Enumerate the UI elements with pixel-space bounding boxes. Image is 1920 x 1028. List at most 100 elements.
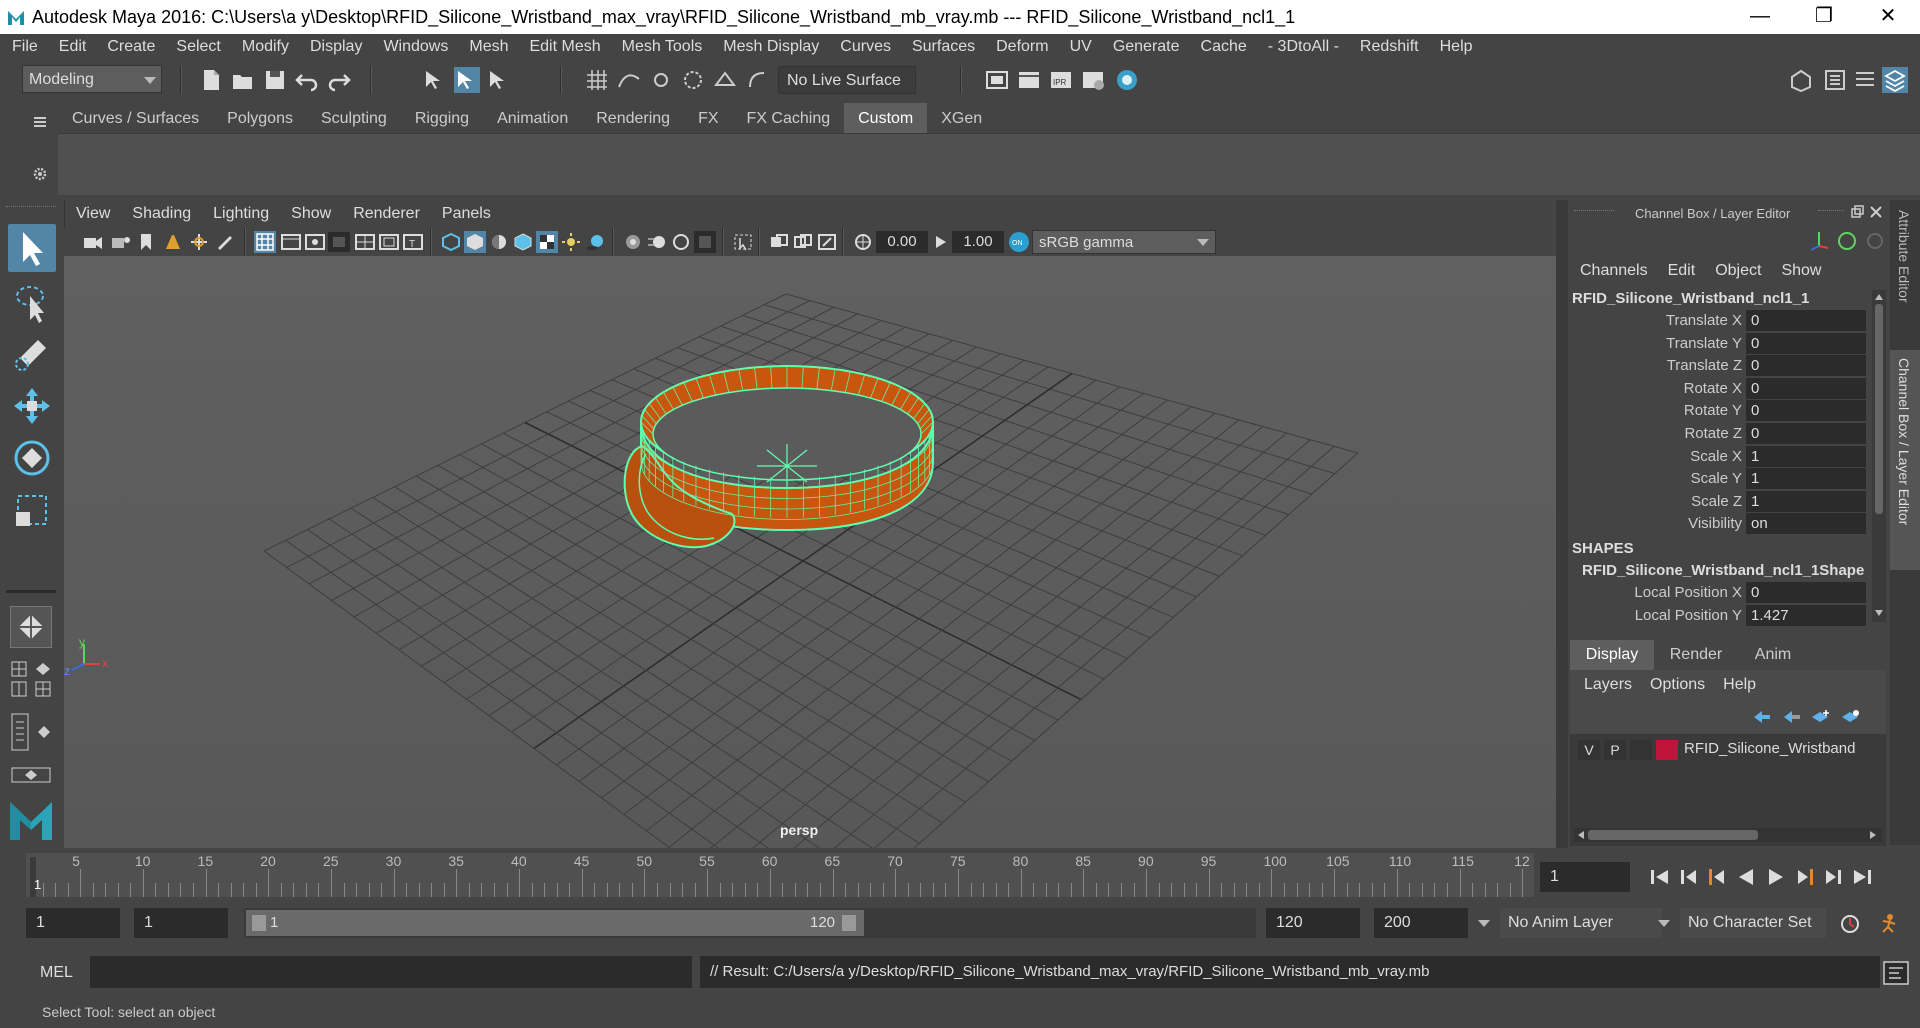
channel-row[interactable]: Rotate Z0 bbox=[1572, 423, 1872, 445]
scale-tool-icon[interactable] bbox=[8, 486, 56, 534]
default-material-icon[interactable] bbox=[488, 232, 510, 252]
snap-grid-icon[interactable] bbox=[584, 67, 610, 93]
menu-windows[interactable]: Windows bbox=[371, 34, 457, 56]
channel-row[interactable]: Rotate X0 bbox=[1572, 377, 1872, 400]
channel-value-field[interactable]: 0 bbox=[1746, 582, 1866, 603]
safe-action-icon[interactable] bbox=[378, 232, 400, 252]
channel-label[interactable]: Rotate Y bbox=[1572, 402, 1742, 419]
character-set-field[interactable]: No Character Set bbox=[1680, 908, 1826, 938]
exposure-field[interactable]: 0.00 bbox=[876, 231, 928, 253]
channel-value-field[interactable]: on bbox=[1746, 513, 1866, 535]
select-tool-icon[interactable] bbox=[8, 224, 56, 272]
channel-value-field[interactable]: 0 bbox=[1746, 377, 1866, 399]
tab-anim-layers[interactable]: Anim bbox=[1738, 640, 1808, 670]
redo-icon[interactable] bbox=[326, 67, 352, 93]
modeling-toolkit-icon[interactable] bbox=[1788, 67, 1814, 93]
tab-rigging[interactable]: Rigging bbox=[401, 103, 483, 133]
outliner-layout-icon[interactable] bbox=[10, 712, 52, 752]
viewport-menu-shading[interactable]: Shading bbox=[120, 200, 201, 223]
shelf-menu-icon[interactable] bbox=[32, 114, 48, 130]
perspective-viewport[interactable]: y x z persp bbox=[64, 256, 1556, 848]
isolate-select-icon[interactable] bbox=[732, 232, 754, 252]
channel-label[interactable]: Local Position Y bbox=[1572, 607, 1742, 624]
open-scene-icon[interactable] bbox=[230, 67, 256, 93]
render-settings-icon[interactable] bbox=[1080, 67, 1106, 93]
xray-icon[interactable] bbox=[768, 232, 790, 252]
channel-row[interactable]: Translate X0 bbox=[1572, 310, 1872, 332]
cb-menu-edit[interactable]: Edit bbox=[1668, 262, 1696, 279]
channel-value-field[interactable]: 0 bbox=[1746, 355, 1866, 377]
paint-select-tool-icon[interactable] bbox=[8, 330, 56, 378]
live-surface-field[interactable]: No Live Surface bbox=[778, 66, 916, 94]
channel-row[interactable]: Visibility on bbox=[1572, 513, 1872, 535]
script-editor-icon[interactable] bbox=[1882, 960, 1910, 986]
snap-surface-icon[interactable] bbox=[712, 67, 738, 93]
snap-curve-icon[interactable] bbox=[616, 67, 642, 93]
new-layer-icon[interactable] bbox=[1810, 708, 1832, 726]
2d-pan-zoom-icon[interactable] bbox=[188, 232, 210, 252]
screen-space-ao-icon[interactable] bbox=[622, 232, 644, 252]
animation-preferences-icon[interactable] bbox=[1876, 912, 1900, 936]
tab-curves-surfaces[interactable]: Curves / Surfaces bbox=[58, 103, 213, 133]
new-layer-selected-icon[interactable] bbox=[1840, 708, 1862, 726]
menu-file[interactable]: File bbox=[0, 34, 47, 56]
render-frame-icon[interactable] bbox=[1016, 67, 1042, 93]
menu-surfaces[interactable]: Surfaces bbox=[900, 34, 984, 56]
viewport-menu-view[interactable]: View bbox=[64, 200, 120, 223]
channel-label[interactable]: Translate Z bbox=[1572, 357, 1742, 374]
command-input[interactable] bbox=[90, 956, 692, 988]
layer-display-type-toggle[interactable] bbox=[1630, 740, 1652, 760]
step-back-icon[interactable] bbox=[1676, 865, 1700, 889]
step-back-key-icon[interactable] bbox=[1704, 865, 1728, 889]
menu-mesh[interactable]: Mesh bbox=[457, 34, 517, 56]
tab-polygons[interactable]: Polygons bbox=[213, 103, 307, 133]
layer-row[interactable]: V P RFID_Silicone_Wristband bbox=[1570, 738, 1886, 762]
view-transform-dropdown[interactable]: sRGB gamma bbox=[1032, 230, 1216, 254]
tab-xgen[interactable]: XGen bbox=[927, 103, 996, 133]
channel-label[interactable]: Translate Y bbox=[1572, 335, 1742, 352]
maximize-button[interactable]: ❐ bbox=[1792, 0, 1856, 34]
panel-splitter[interactable] bbox=[1556, 200, 1568, 848]
layout-four-pane-icon[interactable] bbox=[10, 660, 52, 678]
ipr-render-icon[interactable]: IPR bbox=[1048, 67, 1074, 93]
tab-attribute-editor[interactable]: Attribute Editor bbox=[1896, 210, 1912, 303]
range-slider[interactable]: 1 120 bbox=[244, 908, 1256, 938]
motion-blur-icon[interactable] bbox=[646, 232, 668, 252]
gear-icon[interactable] bbox=[32, 166, 48, 182]
channel-scrollbar[interactable] bbox=[1872, 290, 1886, 622]
anti-aliasing-icon[interactable] bbox=[670, 232, 692, 252]
menu-edit-mesh[interactable]: Edit Mesh bbox=[517, 34, 609, 56]
playback-start-field[interactable]: 1 bbox=[134, 908, 228, 938]
menu-cache[interactable]: Cache bbox=[1189, 34, 1256, 56]
channel-label[interactable]: Visibility bbox=[1572, 515, 1742, 532]
tab-fx-caching[interactable]: FX Caching bbox=[733, 103, 845, 133]
menu-mesh-display[interactable]: Mesh Display bbox=[711, 34, 828, 56]
channel-value-field[interactable]: 0 bbox=[1746, 310, 1866, 331]
channel-row[interactable]: Scale Z1 bbox=[1572, 490, 1872, 513]
resolution-gate-icon[interactable] bbox=[304, 232, 326, 252]
select-object-icon[interactable] bbox=[454, 67, 480, 93]
float-panel-icon[interactable] bbox=[1850, 205, 1864, 219]
rotate-tool-icon[interactable] bbox=[8, 434, 56, 482]
current-frame-field[interactable]: 1 bbox=[1540, 862, 1630, 892]
layer-playback-toggle[interactable]: P bbox=[1604, 740, 1626, 760]
viewport-menu-lighting[interactable]: Lighting bbox=[201, 200, 279, 223]
tab-render-layers[interactable]: Render bbox=[1656, 640, 1736, 670]
channel-label[interactable]: Scale Z bbox=[1572, 493, 1742, 510]
snap-view-icon[interactable] bbox=[680, 67, 706, 93]
channel-row[interactable]: Local Position Y 1.427 bbox=[1572, 604, 1872, 627]
xray-active-components-icon[interactable] bbox=[792, 232, 814, 252]
channel-value-field[interactable]: 0 bbox=[1746, 423, 1866, 444]
layer-horizontal-scrollbar[interactable] bbox=[1574, 828, 1882, 842]
step-forward-icon[interactable] bbox=[1822, 865, 1846, 889]
layer-menu-options[interactable]: Options bbox=[1650, 676, 1705, 693]
channel-value-field[interactable]: 1 bbox=[1746, 490, 1866, 512]
layout-single-pane-icon[interactable] bbox=[10, 606, 52, 648]
tab-rendering[interactable]: Rendering bbox=[582, 103, 684, 133]
channel-label[interactable]: Rotate Z bbox=[1572, 425, 1742, 442]
anim-layer-field[interactable]: No Anim Layer bbox=[1500, 908, 1662, 938]
menu-display[interactable]: Display bbox=[298, 34, 371, 56]
film-gate-icon[interactable] bbox=[280, 232, 302, 252]
camera-attributes-icon[interactable] bbox=[110, 232, 132, 252]
time-ruler[interactable]: 5 10 15 20 25 30 35 40 45 50 55 60 65 70 75 80 85 90 95 100… bbox=[26, 853, 1534, 897]
